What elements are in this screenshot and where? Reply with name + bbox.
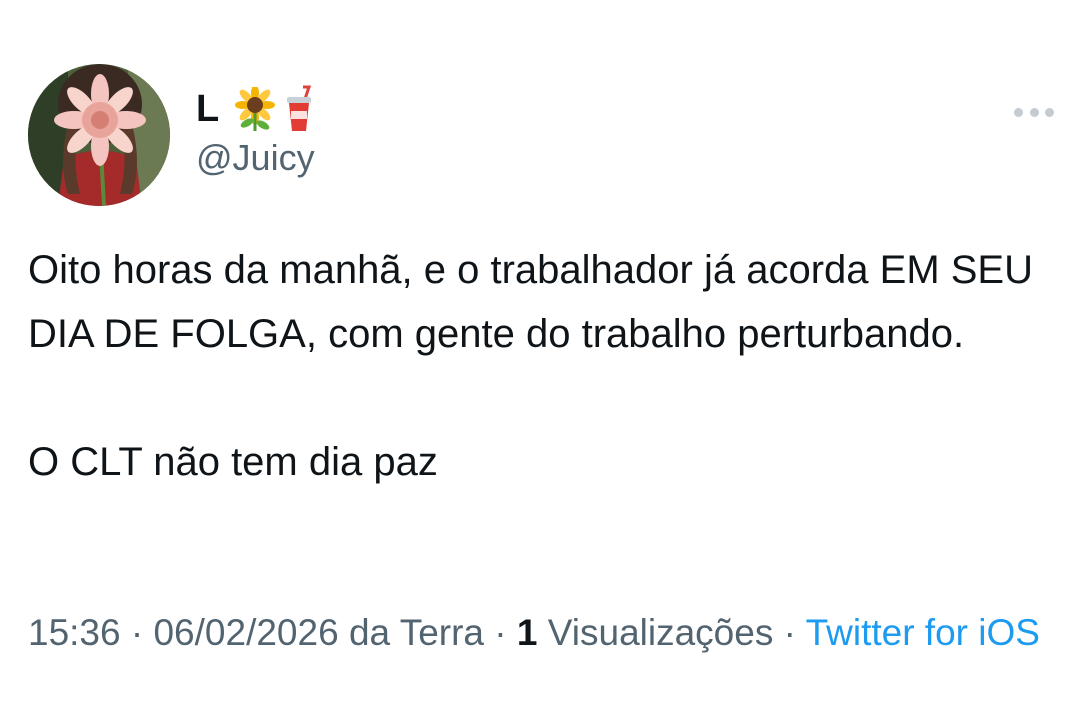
views-label[interactable]: Visualizações: [548, 612, 774, 653]
tweet-paragraph: Oito horas da manhã, e o trabalhador já …: [28, 248, 1033, 356]
meta-separator: ·: [783, 612, 796, 653]
more-dot-icon: [1045, 107, 1054, 117]
tweet-text: Oito horas da manhã, e o trabalhador já …: [28, 238, 1058, 494]
author-handle[interactable]: @Juicy: [196, 140, 315, 176]
tweet-card: L @Juicy Oito horas da manhã, e o trabal…: [0, 0, 1079, 722]
source-link[interactable]: Twitter for iOS: [806, 612, 1040, 653]
tweet-time[interactable]: 15:36: [28, 612, 121, 653]
author-name-row[interactable]: L: [196, 84, 321, 134]
meta-separator: ·: [494, 612, 507, 653]
avatar[interactable]: [28, 64, 170, 206]
cup-with-straw-icon: [287, 85, 312, 131]
avatar-photo: [28, 64, 170, 206]
more-dot-icon: [1014, 107, 1023, 117]
views-count[interactable]: 1: [517, 612, 538, 653]
sunflower-icon: [235, 87, 276, 131]
more-dot-icon: [1029, 107, 1039, 117]
display-name[interactable]: L: [196, 90, 219, 128]
tweet-meta: 15:36 · 06/02/2026 da Terra · 1 Visualiz…: [28, 608, 1058, 658]
meta-separator: ·: [130, 612, 144, 653]
tweet-paragraph: O CLT não tem dia paz: [28, 440, 438, 484]
more-options-button[interactable]: [1010, 98, 1058, 126]
tweet-date[interactable]: 06/02/2026 da Terra: [153, 612, 484, 653]
